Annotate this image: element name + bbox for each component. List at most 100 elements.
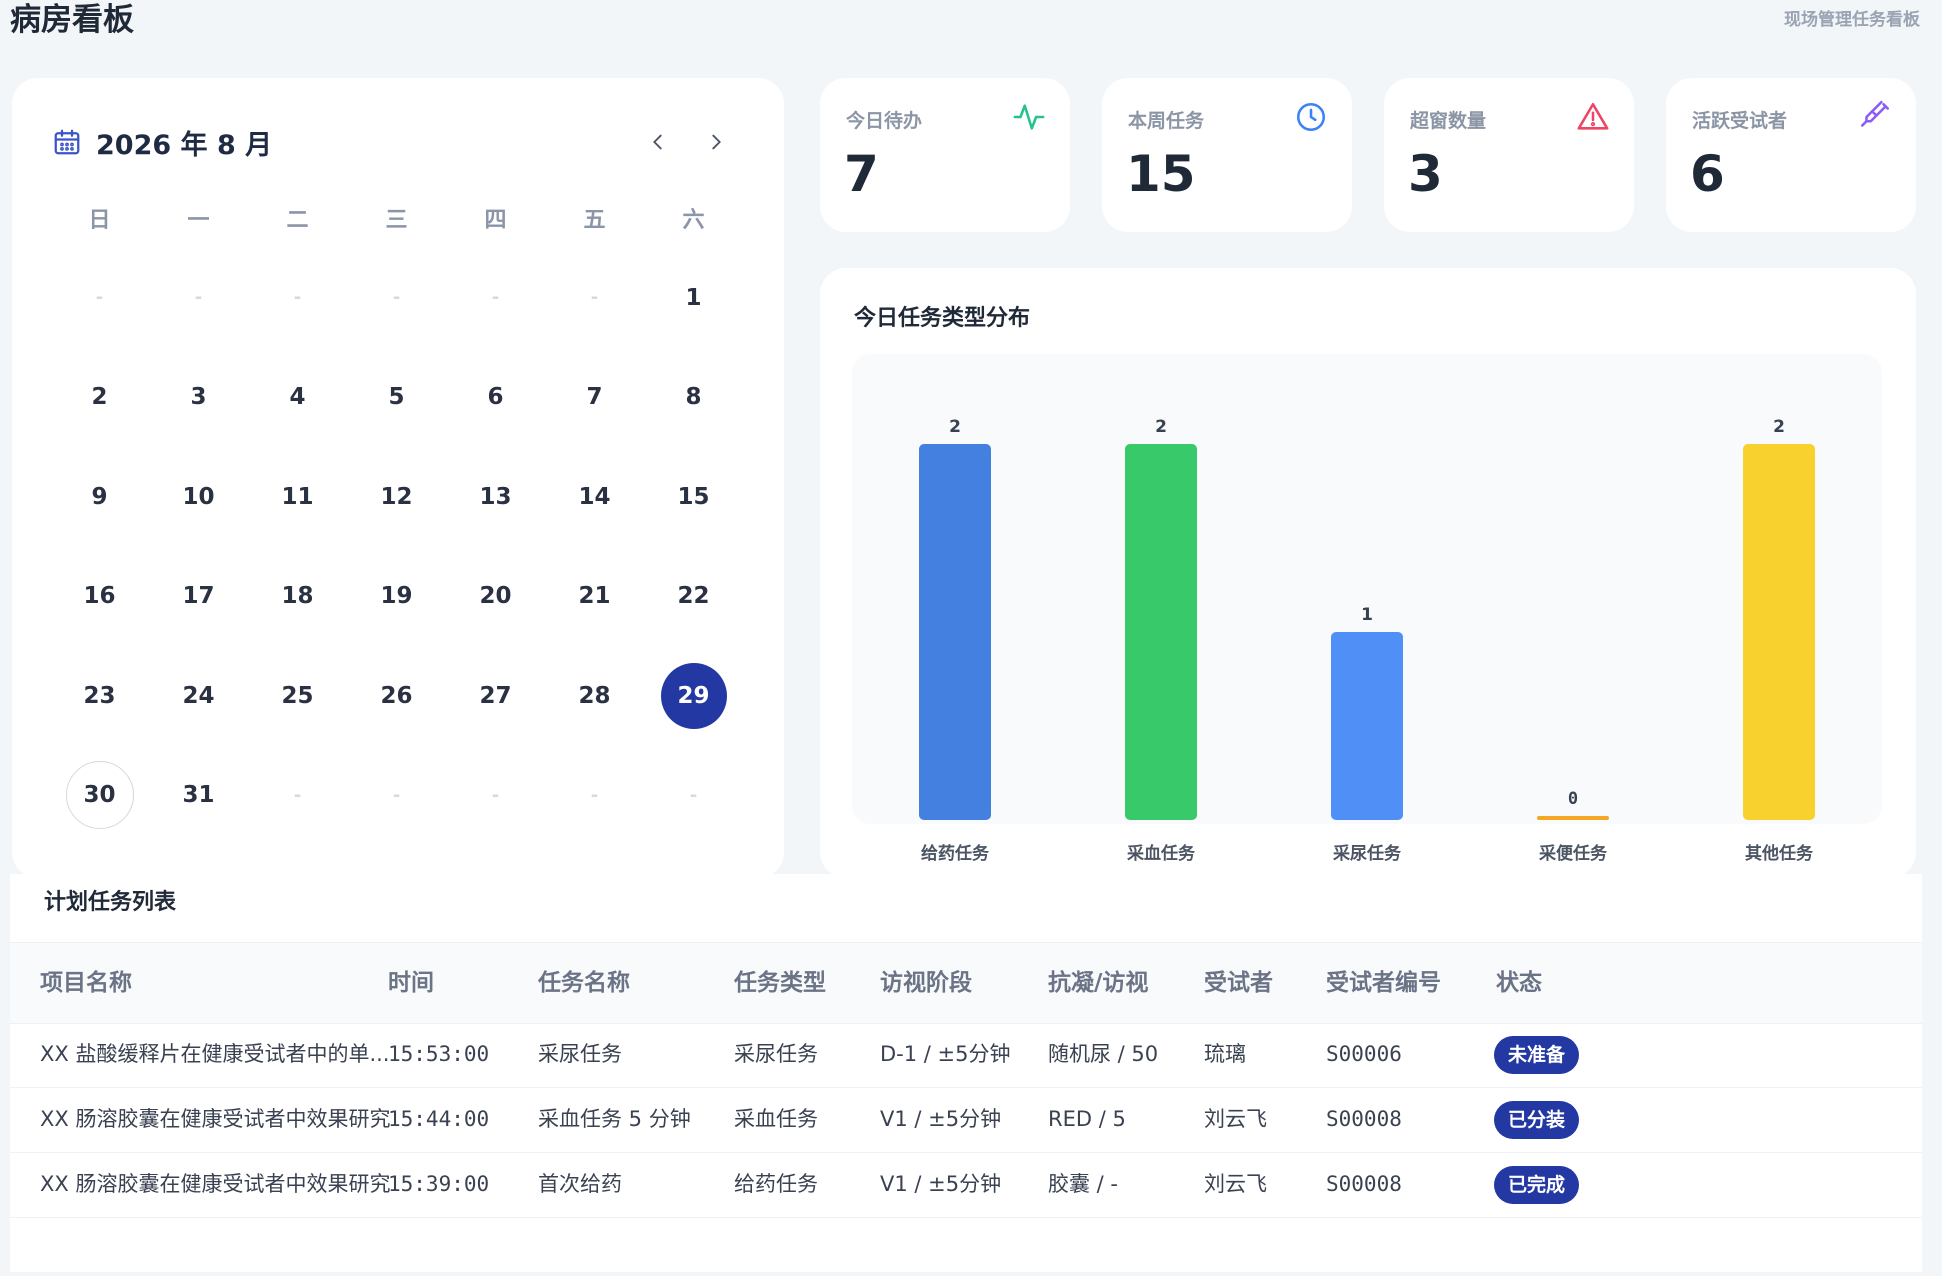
calendar-empty-cell: - <box>446 265 545 331</box>
chart-card: 今日任务类型分布 2 给药任务 2 采血任务 1 采尿任务 0 采便任务 2 其他任务 <box>820 268 1916 878</box>
calendar-day[interactable]: 26 <box>347 663 446 729</box>
calendar-day[interactable]: 21 <box>545 563 644 629</box>
table-cell: XX 盐酸缓释片在健康受试者中的单... <box>40 1042 390 1066</box>
table-cell: 15:44:00 <box>388 1107 490 1131</box>
calendar-day[interactable]: 28 <box>545 663 644 729</box>
calendar-empty-cell: - <box>446 762 545 828</box>
calendar-day[interactable]: 16 <box>50 563 149 629</box>
column-header[interactable]: 状态 <box>1496 943 1542 1023</box>
status-badge: 未准备 <box>1494 1036 1580 1074</box>
calendar-day-number: 14 <box>578 483 611 510</box>
status-badge: 已分装 <box>1494 1101 1580 1139</box>
calendar-day[interactable]: 15 <box>644 464 743 530</box>
stat-card-week-tasks[interactable]: 本周任务 15 <box>1102 78 1352 232</box>
calendar-day[interactable]: 31 <box>149 762 248 828</box>
task-table-section: 计划任务列表 项目名称 时间 任务名称 任务类型 访视阶段 抗凝/访视 受试者 受试者编号 状态… <box>10 874 1922 1272</box>
bar[interactable] <box>1331 632 1403 820</box>
bar[interactable] <box>1125 444 1197 820</box>
weekday-label: 一 <box>187 208 210 233</box>
calendar-week-row: 16 17 18 19 20 21 22 <box>50 547 750 647</box>
calendar-day-number: 2 <box>91 384 108 411</box>
category-label: 采尿任务 <box>1332 843 1402 864</box>
calendar-day[interactable]: 6 <box>446 364 545 430</box>
stat-value: 15 <box>1126 145 1196 203</box>
page-title: 病房看板 <box>10 2 134 38</box>
calendar-day[interactable]: 20 <box>446 563 545 629</box>
calendar-day-number: 13 <box>479 483 512 510</box>
calendar-day-number: 31 <box>182 782 215 809</box>
bar[interactable] <box>1743 444 1815 820</box>
calendar-day-number: 3 <box>190 384 207 411</box>
calendar-day-number: - <box>590 784 599 806</box>
calendar-day[interactable]: 18 <box>248 563 347 629</box>
calendar-day[interactable]: 23 <box>50 663 149 729</box>
weekday-label: 五 <box>583 208 606 233</box>
calendar-day[interactable]: 17 <box>149 563 248 629</box>
weekday-row: 日一二三四五六 <box>50 188 750 248</box>
calendar-day[interactable]: 3 <box>149 364 248 430</box>
calendar-day[interactable]: 29 <box>644 662 743 729</box>
calendar-day[interactable]: 30 <box>50 761 149 830</box>
table-row[interactable]: XX 肠溶胶囊在健康受试者中效果研究 15:39:00 首次给药 给药任务 V1 / ±… <box>10 1152 1922 1218</box>
activity-icon <box>1013 104 1045 130</box>
calendar-day-number: - <box>590 287 599 309</box>
table-row[interactable]: XX 肠溶胶囊在健康受试者中效果研究 15:44:00 采血任务 5 分钟 采血任务 V… <box>10 1087 1922 1153</box>
next-month-button[interactable] <box>696 122 736 162</box>
table-row[interactable]: XX 盐酸缓释片在健康受试者中的单... 15:53:00 采尿任务 采尿任务 D-1 … <box>10 1022 1922 1088</box>
calendar-day-number: - <box>491 287 500 309</box>
calendar-day[interactable]: 10 <box>149 464 248 530</box>
calendar-day[interactable]: 4 <box>248 364 347 430</box>
calendar-day-number: 12 <box>380 483 413 510</box>
weekday-label: 日 <box>88 208 111 233</box>
calendar-week-row: 30 31 - - - - - <box>50 746 750 846</box>
column-header[interactable]: 时间 <box>388 943 434 1023</box>
calendar-day[interactable]: 24 <box>149 663 248 729</box>
calendar-day[interactable]: 13 <box>446 464 545 530</box>
category-label: 采便任务 <box>1538 843 1608 864</box>
weekday-label: 二 <box>286 208 309 233</box>
calendar-day[interactable]: 12 <box>347 464 446 530</box>
calendar-day-number: 17 <box>182 583 215 610</box>
column-header[interactable]: 受试者 <box>1204 943 1273 1023</box>
column-header[interactable]: 任务名称 <box>538 943 630 1023</box>
column-header[interactable]: 受试者编号 <box>1326 943 1441 1023</box>
stat-card-active-subjects[interactable]: 活跃受试者 6 <box>1666 78 1916 232</box>
bar[interactable] <box>919 444 991 820</box>
calendar-day-number: 28 <box>578 682 611 709</box>
calendar-day[interactable]: 25 <box>248 663 347 729</box>
calendar-day[interactable]: 1 <box>644 265 743 331</box>
stat-card-today-todo[interactable]: 今日待办 7 <box>820 78 1070 232</box>
prev-month-button[interactable] <box>638 122 678 162</box>
calendar-day[interactable]: 19 <box>347 563 446 629</box>
calendar-day-number: - <box>392 784 401 806</box>
stat-card-overdue[interactable]: 超窗数量 3 <box>1384 78 1634 232</box>
weekday-label: 三 <box>385 208 408 233</box>
calendar-day-number: - <box>293 784 302 806</box>
calendar-day[interactable]: 27 <box>446 663 545 729</box>
bar[interactable] <box>1537 816 1609 820</box>
calendar-day[interactable]: 11 <box>248 464 347 530</box>
calendar-day[interactable]: 22 <box>644 563 743 629</box>
column-header[interactable]: 任务类型 <box>734 943 826 1023</box>
column-header[interactable]: 访视阶段 <box>880 943 972 1023</box>
calendar-day-number: 30 <box>65 761 134 830</box>
calendar-day[interactable]: 14 <box>545 464 644 530</box>
calendar-day[interactable]: 8 <box>644 364 743 430</box>
chevron-right-icon <box>712 134 721 150</box>
column-header[interactable]: 抗凝/访视 <box>1048 943 1148 1023</box>
column-header[interactable]: 项目名称 <box>40 943 132 1023</box>
calendar-day[interactable]: 7 <box>545 364 644 430</box>
calendar-day-number: - <box>392 287 401 309</box>
table-cell: 采血任务 5 分钟 <box>538 1107 691 1131</box>
bar-value-label: 1 <box>1361 605 1373 625</box>
table-cell: XX 肠溶胶囊在健康受试者中效果研究 <box>40 1172 391 1196</box>
calendar-day[interactable]: 9 <box>50 464 149 530</box>
table-title: 计划任务列表 <box>44 890 177 915</box>
table-cell: 刘云飞 <box>1204 1107 1267 1131</box>
calendar-day[interactable]: 2 <box>50 364 149 430</box>
calendar-day-number: 6 <box>487 384 504 411</box>
calendar-empty-cell: - <box>248 762 347 828</box>
calendar-day-number: 20 <box>479 583 512 610</box>
weekday-label: 四 <box>484 208 507 233</box>
calendar-day[interactable]: 5 <box>347 364 446 430</box>
